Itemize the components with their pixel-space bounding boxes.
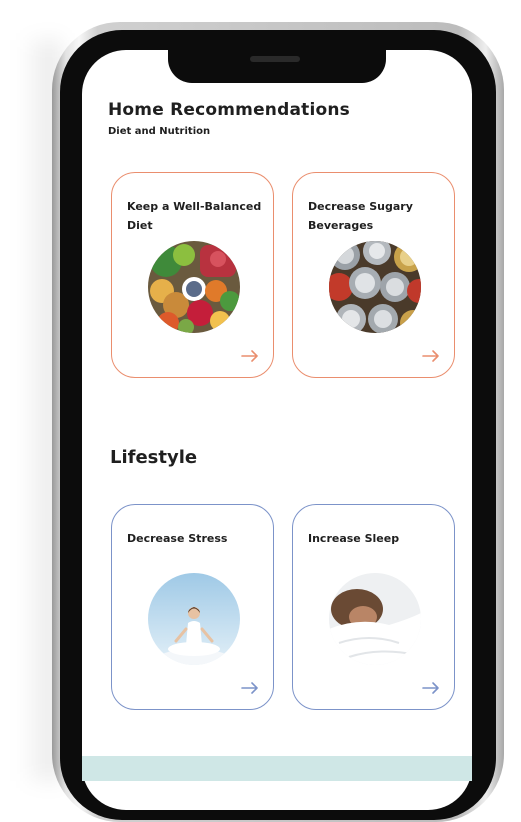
- card-label: Increase Sleep: [308, 532, 400, 545]
- bottom-section-band: [82, 756, 472, 781]
- page-title: Home Recommendations: [108, 100, 350, 120]
- meditation-image: [148, 573, 240, 665]
- card-label: Keep a Well-Balanced Diet: [127, 200, 262, 232]
- card-well-balanced-diet[interactable]: Keep a Well-Balanced Diet: [111, 172, 274, 378]
- card-decrease-sugary-beverages[interactable]: Decrease Sugary Beverages: [292, 172, 455, 378]
- arrow-right-icon[interactable]: [241, 349, 259, 363]
- soda-cans-image: [329, 241, 421, 333]
- section-title-lifestyle: Lifestyle: [110, 447, 198, 468]
- card-label: Decrease Sugary Beverages: [308, 200, 413, 232]
- arrow-right-icon[interactable]: [422, 681, 440, 695]
- arrow-right-icon[interactable]: [422, 349, 440, 363]
- section-subtitle-diet: Diet and Nutrition: [108, 126, 211, 137]
- speaker-grille: [250, 56, 300, 62]
- healthy-food-image: [148, 241, 240, 333]
- sleeping-person-image: [329, 573, 421, 665]
- phone-notch: [168, 46, 386, 83]
- card-increase-sleep[interactable]: Increase Sleep: [292, 504, 455, 710]
- card-decrease-stress[interactable]: Decrease Stress: [111, 504, 274, 710]
- arrow-right-icon[interactable]: [241, 681, 259, 695]
- card-label: Decrease Stress: [127, 532, 228, 545]
